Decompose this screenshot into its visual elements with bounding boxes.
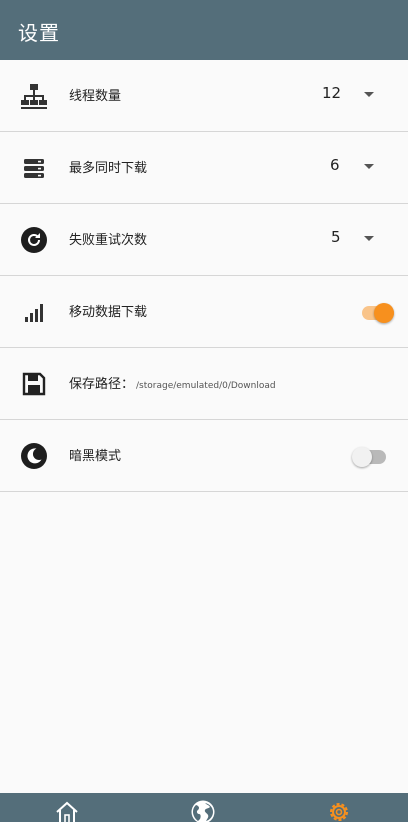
moon-icon xyxy=(20,442,48,470)
retry-count-value: 5 xyxy=(331,228,341,246)
network-tree-icon xyxy=(20,82,48,110)
retry-count-label: 失败重试次数 xyxy=(69,233,148,248)
app-bar: 设置 xyxy=(0,0,408,60)
max-downloads-value: 6 xyxy=(330,156,340,174)
toggle-thumb xyxy=(374,303,394,323)
chevron-down-icon[interactable] xyxy=(364,236,374,241)
mobile-data-toggle[interactable] xyxy=(360,303,396,323)
gear-icon xyxy=(330,803,348,821)
nav-browse[interactable] xyxy=(190,799,218,822)
signal-bars-icon xyxy=(20,298,48,326)
chevron-down-icon[interactable] xyxy=(364,164,374,169)
mobile-data-label: 移动数据下载 xyxy=(69,305,148,320)
storage-stack-icon xyxy=(20,154,48,182)
page-title: 设置 xyxy=(18,21,60,45)
setting-max-downloads[interactable]: 最多同时下载 6 xyxy=(0,132,408,204)
setting-save-path[interactable]: 保存路径：/storage/emulated/0/Download xyxy=(0,348,408,420)
save-path-title: 保存路径： xyxy=(69,377,135,392)
nav-home[interactable] xyxy=(54,799,82,822)
dark-mode-label: 暗黑模式 xyxy=(69,449,122,464)
setting-thread-count[interactable]: 线程数量 12 xyxy=(0,60,408,132)
toggle-thumb xyxy=(352,447,372,467)
setting-retry-count[interactable]: 失败重试次数 5 xyxy=(0,204,408,276)
settings-list: 线程数量 12 最多同时下载 6 失败重试次数 5 移动数据下载 保存路径： /… xyxy=(0,60,408,492)
nav-settings[interactable] xyxy=(326,799,354,822)
setting-dark-mode[interactable]: 暗黑模式 xyxy=(0,420,408,492)
max-downloads-label: 最多同时下载 xyxy=(69,161,148,176)
bottom-navigation xyxy=(0,793,408,822)
thread-count-value: 12 xyxy=(322,84,342,102)
thread-count-label: 线程数量 xyxy=(69,89,122,104)
save-path-value: /storage/emulated/0/Download xyxy=(136,381,276,391)
chevron-down-icon[interactable] xyxy=(364,92,374,97)
globe-icon xyxy=(191,800,215,822)
floppy-disk-icon xyxy=(20,370,48,398)
setting-mobile-data[interactable]: 移动数据下载 xyxy=(0,276,408,348)
dark-mode-toggle[interactable] xyxy=(352,447,388,467)
refresh-icon xyxy=(20,226,48,254)
home-icon xyxy=(56,801,78,822)
save-path-label: 保存路径：/storage/emulated/0/Download xyxy=(69,373,276,392)
